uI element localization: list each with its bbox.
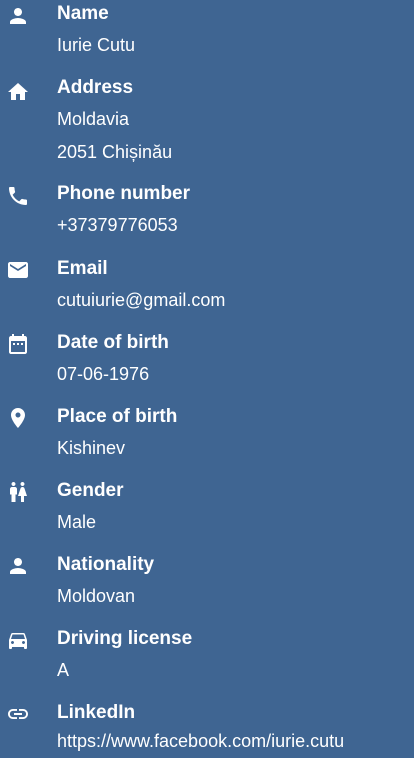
field-label: LinkedIn bbox=[57, 702, 136, 723]
field-phone-number: Phone number +37379776053 bbox=[0, 180, 414, 250]
field-value: cutuiurie@gmail.com bbox=[57, 290, 226, 310]
field-label: Place of birth bbox=[57, 406, 178, 427]
field-label: Email bbox=[57, 258, 108, 279]
field-gender: Gender Male bbox=[0, 477, 414, 547]
car-icon bbox=[6, 628, 30, 652]
field-value: 07-06-1976 bbox=[57, 364, 150, 384]
email-icon bbox=[6, 258, 30, 282]
gender-icon bbox=[6, 480, 30, 504]
field-label: Name bbox=[57, 3, 109, 24]
field-value: Male bbox=[57, 512, 97, 532]
field-value: Moldovan bbox=[57, 586, 136, 606]
field-email: Email cutuiurie@gmail.com bbox=[0, 255, 414, 325]
field-label: Address bbox=[57, 77, 134, 98]
field-value: 2051 Chișinău bbox=[57, 142, 173, 162]
field-label: Date of birth bbox=[57, 332, 169, 353]
field-address: Address Moldavia 2051 Chișinău bbox=[0, 74, 414, 174]
location-pin-icon bbox=[6, 406, 30, 430]
field-nationality: Nationality Moldovan bbox=[0, 551, 414, 621]
field-value: Kishinev bbox=[57, 438, 126, 458]
field-driving-license: Driving license A bbox=[0, 625, 414, 695]
calendar-icon bbox=[6, 332, 30, 356]
link-icon bbox=[6, 702, 30, 726]
field-label: Gender bbox=[57, 480, 124, 501]
person-icon bbox=[6, 554, 30, 578]
field-label: Driving license bbox=[57, 628, 193, 649]
field-date-of-birth: Date of birth 07-06-1976 bbox=[0, 329, 414, 399]
field-name: Name Iurie Cutu bbox=[0, 0, 414, 70]
field-label: Phone number bbox=[57, 183, 191, 204]
field-value: A bbox=[57, 660, 70, 680]
home-icon bbox=[6, 80, 30, 104]
linkedin-link[interactable]: https://www.facebook.com/iurie.cutu bbox=[57, 726, 344, 756]
person-icon bbox=[6, 4, 30, 28]
phone-icon bbox=[6, 184, 30, 208]
field-value: Iurie Cutu bbox=[57, 35, 136, 55]
field-place-of-birth: Place of birth Kishinev bbox=[0, 403, 414, 473]
field-label: Nationality bbox=[57, 554, 155, 575]
field-value: +37379776053 bbox=[57, 215, 178, 235]
personal-details-panel: Name Iurie Cutu Address Moldavia 2051 Ch… bbox=[0, 0, 414, 758]
field-value: Moldavia bbox=[57, 109, 130, 129]
field-linkedin: LinkedIn https://www.facebook.com/iurie.… bbox=[0, 699, 414, 758]
